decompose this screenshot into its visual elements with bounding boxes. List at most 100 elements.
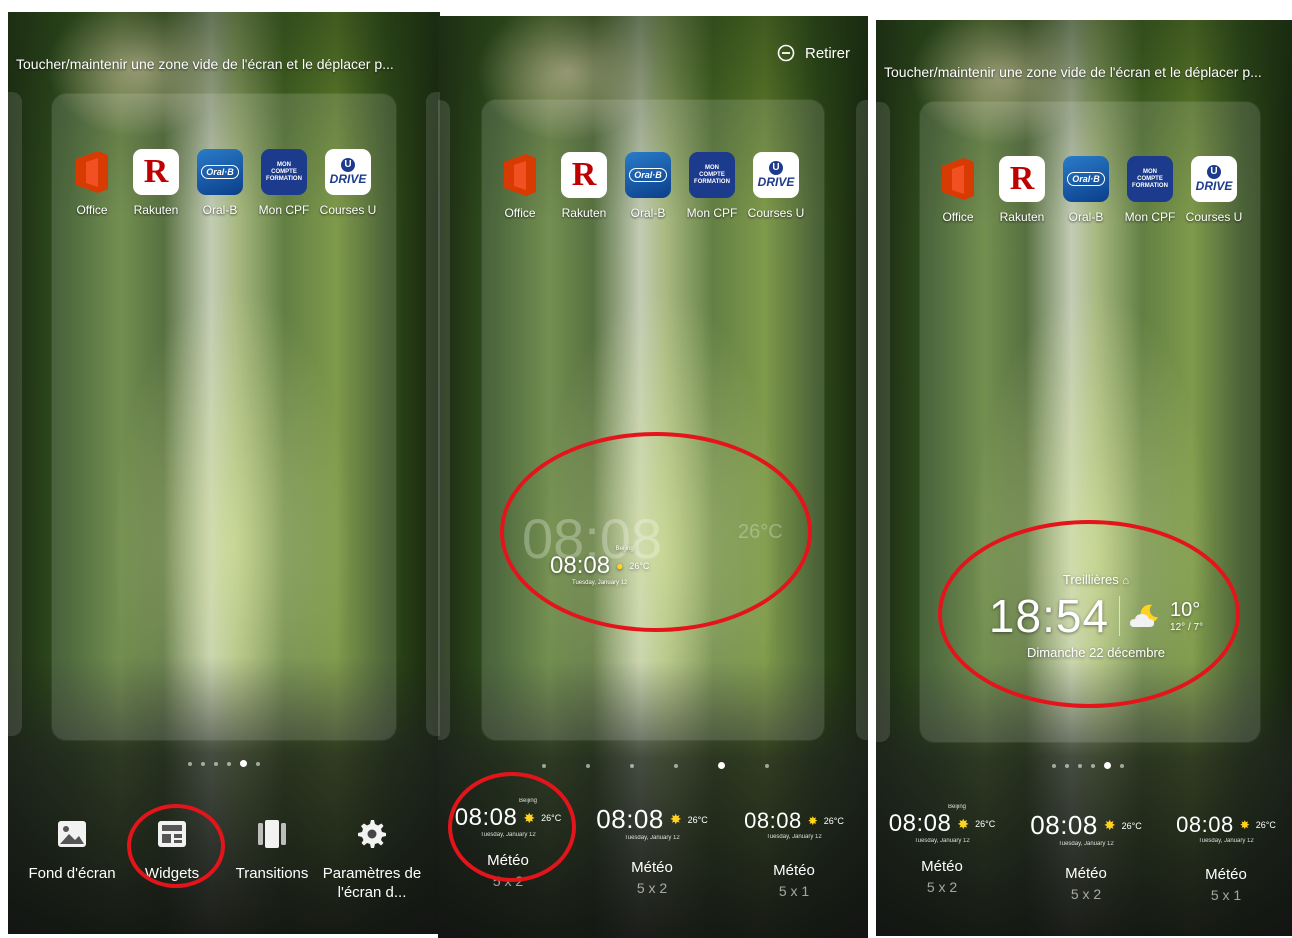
- cpf-logo-line: FORMATION: [694, 178, 730, 185]
- menu-wallpaper[interactable]: Fond d'écran: [22, 818, 122, 902]
- previous-page-preview[interactable]: [8, 92, 22, 736]
- app-oral-b[interactable]: Oral·B Oral-B: [1054, 156, 1118, 224]
- minus-circle-icon: [777, 44, 795, 62]
- widget-temp: 26°C: [1255, 820, 1276, 830]
- widget-name: Météo: [1205, 866, 1247, 883]
- app-mon-cpf[interactable]: MON COMPTE FORMATION Mon CPF: [252, 149, 316, 217]
- u-logo: U: [1207, 165, 1221, 179]
- app-rakuten[interactable]: R Rakuten: [990, 156, 1054, 224]
- menu-label: Paramètres de l'écran d...: [322, 865, 422, 901]
- app-label: Courses U: [747, 206, 805, 220]
- menu-label: Fond d'écran: [28, 865, 116, 882]
- widget-date: Tuesday, January 12: [766, 834, 822, 840]
- page-dot: [674, 763, 678, 768]
- widget-size: 5 x 2: [1070, 886, 1102, 902]
- app-row: Office R Rakuten Oral·B Oral-B MON COMPT…: [926, 156, 1246, 224]
- page-dot: [1078, 763, 1082, 768]
- widget-temp: 26°C: [687, 814, 708, 825]
- oral-b-logo-text: Oral·B: [1067, 172, 1105, 186]
- app-oral-b[interactable]: Oral·B Oral-B: [616, 152, 680, 220]
- app-label: Office: [942, 210, 974, 224]
- transitions-icon: [258, 820, 286, 848]
- page-dot-add: [765, 763, 769, 768]
- cpf-logo-line: COMPTE: [271, 168, 297, 175]
- app-office[interactable]: Office: [60, 149, 124, 217]
- widget-date: Tuesday, January 12: [914, 838, 970, 844]
- app-mon-cpf[interactable]: MON COMPTE FORMATION Mon CPF: [680, 152, 744, 220]
- office-icon: [935, 156, 981, 202]
- sun-icon: ✸: [1103, 817, 1116, 833]
- app-label: Mon CPF: [258, 203, 310, 217]
- courses-u-icon: U DRIVE: [753, 152, 799, 198]
- next-page-preview[interactable]: [856, 100, 868, 740]
- rakuten-icon: R: [133, 149, 179, 195]
- app-label: Mon CPF: [686, 206, 738, 220]
- app-rakuten[interactable]: R Rakuten: [124, 149, 188, 217]
- page-dot: [586, 763, 590, 768]
- app-office[interactable]: Office: [926, 156, 990, 224]
- wallpaper-icon: [58, 821, 86, 847]
- page-dot: [188, 761, 192, 766]
- app-label: Oral-B: [202, 203, 238, 217]
- widget-size: 5 x 2: [636, 880, 668, 896]
- widget-clock-row: 08:08 ✸ 26°C: [1166, 812, 1286, 838]
- sun-icon: ✸: [807, 814, 818, 828]
- menu-transitions[interactable]: Transitions: [222, 818, 322, 902]
- previous-page-preview[interactable]: [876, 102, 890, 742]
- widget-date: Tuesday, January 12: [1058, 841, 1114, 847]
- app-courses-u[interactable]: U DRIVE Courses U: [744, 152, 808, 220]
- cpf-logo-line: FORMATION: [1132, 182, 1168, 189]
- app-oral-b[interactable]: Oral·B Oral-B: [188, 149, 252, 217]
- page-dot-active: [1104, 762, 1111, 769]
- page-dot-add: [256, 761, 260, 766]
- widget-size: 5 x 1: [1210, 887, 1242, 903]
- app-rakuten[interactable]: R Rakuten: [552, 152, 616, 220]
- widget-time: 08:08: [596, 804, 664, 834]
- widget-option-meteo-5x2-a[interactable]: Beijing 08:08 ✸ 26°C Tuesday, January 12…: [882, 804, 1002, 895]
- widget-option-meteo-5x1[interactable]: 08:08 ✸ 26°C Tuesday, January 12 Météo 5…: [734, 808, 854, 899]
- u-logo: U: [341, 158, 355, 172]
- widget-date: Tuesday, January 12: [1198, 838, 1254, 844]
- oral-b-logo-text: Oral·B: [629, 168, 667, 182]
- page-indicator: [1052, 762, 1124, 769]
- widget-clock-row: 08:08 ✸ 26°C: [592, 804, 712, 835]
- app-mon-cpf[interactable]: MON COMPTE FORMATION Mon CPF: [1118, 156, 1182, 224]
- widget-name: Météo: [921, 858, 963, 875]
- highlight-ring-preview: [500, 432, 812, 632]
- oral-b-icon: Oral·B: [625, 152, 671, 198]
- widget-option-meteo-5x2-b[interactable]: 08:08 ✸ 26°C Tuesday, January 12 Météo 5…: [592, 804, 712, 896]
- mon-cpf-icon: MON COMPTE FORMATION: [1127, 156, 1173, 202]
- cpf-logo-line: COMPTE: [699, 171, 725, 178]
- page-dot: [214, 761, 218, 766]
- oral-b-icon: Oral·B: [197, 149, 243, 195]
- menu-screen-settings[interactable]: Paramètres de l'écran d...: [322, 818, 422, 902]
- app-office[interactable]: Office: [488, 152, 552, 220]
- app-label: Mon CPF: [1124, 210, 1176, 224]
- widget-option-meteo-5x1[interactable]: 08:08 ✸ 26°C Tuesday, January 12 Météo 5…: [1166, 812, 1286, 903]
- app-label: Oral-B: [630, 206, 666, 220]
- hint-text: Toucher/maintenir une zone vide de l'écr…: [16, 56, 394, 72]
- cpf-logo-line: MON: [1143, 168, 1157, 175]
- courses-u-icon: U DRIVE: [325, 149, 371, 195]
- widget-temp: 26°C: [1121, 820, 1142, 831]
- previous-page-preview[interactable]: [438, 100, 450, 740]
- widget-name: Météo: [1065, 865, 1107, 882]
- screen-panel-home-menu: Toucher/maintenir une zone vide de l'écr…: [8, 12, 440, 934]
- rakuten-icon: R: [999, 156, 1045, 202]
- hint-text: Toucher/maintenir une zone vide de l'écr…: [884, 64, 1262, 80]
- widget-name: Météo: [631, 859, 673, 876]
- page-indicator: [188, 760, 260, 767]
- drive-logo-text: DRIVE: [329, 172, 367, 186]
- office-icon: [497, 152, 543, 198]
- mon-cpf-icon: MON COMPTE FORMATION: [261, 149, 307, 195]
- widget-temp: 26°C: [823, 816, 844, 826]
- widget-time: 08:08: [888, 810, 952, 837]
- rakuten-icon: R: [561, 152, 607, 198]
- app-courses-u[interactable]: U DRIVE Courses U: [316, 149, 380, 217]
- widget-option-meteo-5x2-b[interactable]: 08:08 ✸ 26°C Tuesday, January 12 Météo 5…: [1026, 810, 1146, 902]
- app-courses-u[interactable]: U DRIVE Courses U: [1182, 156, 1246, 224]
- page-indicator: [542, 762, 769, 769]
- remove-button[interactable]: Retirer: [777, 44, 850, 62]
- cpf-logo-line: COMPTE: [1137, 175, 1163, 182]
- page-dot-active: [718, 762, 725, 769]
